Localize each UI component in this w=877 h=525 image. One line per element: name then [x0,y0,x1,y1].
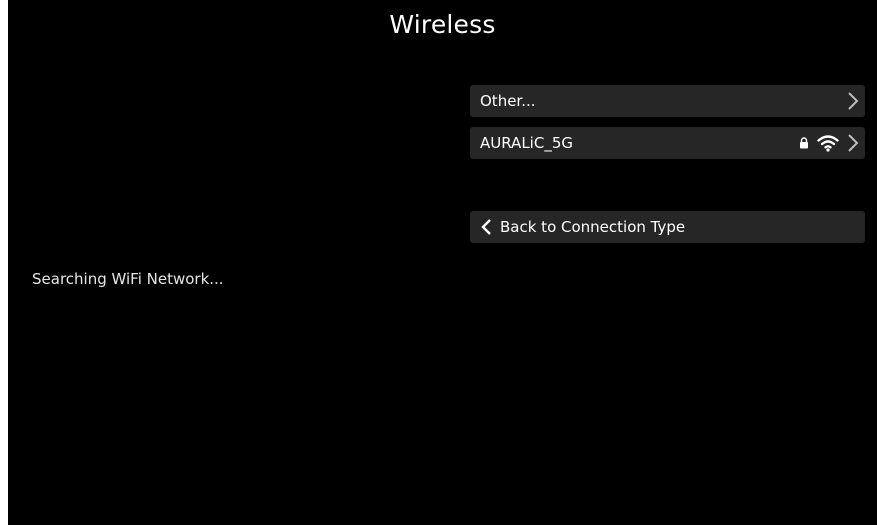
page-title: Wireless [389,10,496,39]
searching-status-text: Searching WiFi Network... [32,270,224,288]
wifi-signal-icon [817,134,839,152]
network-item-label: AURALiC_5G [480,134,573,152]
network-item-other[interactable]: Other... [470,85,865,117]
network-item-label: Other... [480,92,536,110]
network-list: Other... AURALiC_5G [470,85,865,169]
chevron-right-icon [847,134,859,152]
chevron-left-icon [480,218,492,236]
lock-icon [799,137,809,149]
network-item-icons [799,127,859,159]
network-item-auralic-5g[interactable]: AURALiC_5G [470,127,865,159]
chevron-right-icon [847,92,859,110]
wireless-screen: Wireless Other... AURALiC_5G Back to Con… [8,0,877,525]
back-button-label: Back to Connection Type [500,218,686,236]
network-item-icons [847,85,859,117]
back-to-connection-type-button[interactable]: Back to Connection Type [470,211,865,243]
